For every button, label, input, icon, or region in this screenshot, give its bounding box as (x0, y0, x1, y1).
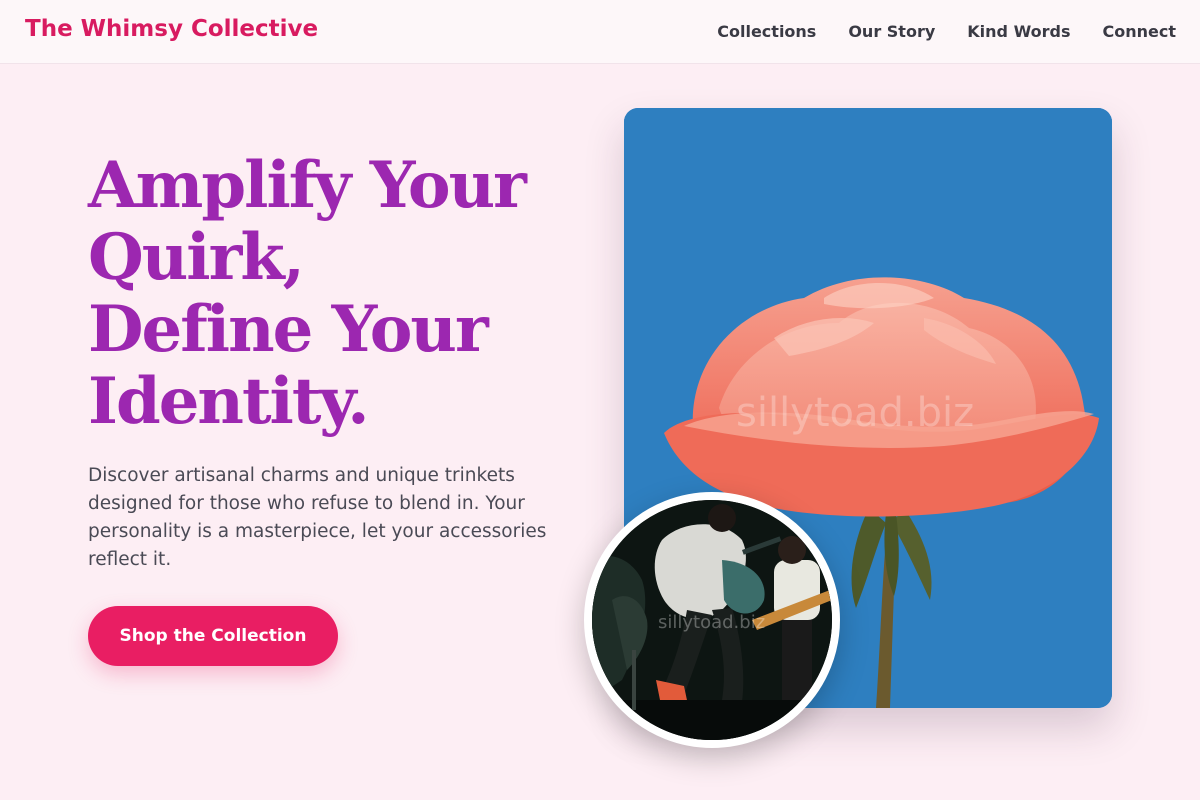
photo-watermark-small: sillytoad.biz (658, 612, 766, 633)
nav-link-collections[interactable]: Collections (717, 22, 816, 41)
brand-logo-text[interactable]: The Whimsy Collective (25, 16, 318, 42)
nav-link-our-story[interactable]: Our Story (848, 22, 935, 41)
band-photo: sillytoad.biz (584, 492, 840, 748)
shop-collection-button[interactable]: Shop the Collection (88, 606, 338, 666)
hero-title-line: Identity. (88, 364, 370, 439)
top-navbar: The Whimsy Collective Collections Our St… (0, 0, 1200, 64)
hero-title-line: Quirk, (88, 220, 305, 295)
nav-link-connect[interactable]: Connect (1103, 22, 1177, 41)
hero-title-line: Amplify Your (88, 148, 527, 223)
hero-title: Amplify Your Quirk, Define Your Identity… (88, 150, 608, 438)
photo-watermark: sillytoad.biz (736, 390, 975, 436)
hero-description: Discover artisanal charms and unique tri… (88, 465, 547, 570)
hero-title-line: Define Your (88, 292, 489, 367)
nav-link-kind-words[interactable]: Kind Words (967, 22, 1070, 41)
main-nav: Collections Our Story Kind Words Connect (717, 22, 1176, 41)
